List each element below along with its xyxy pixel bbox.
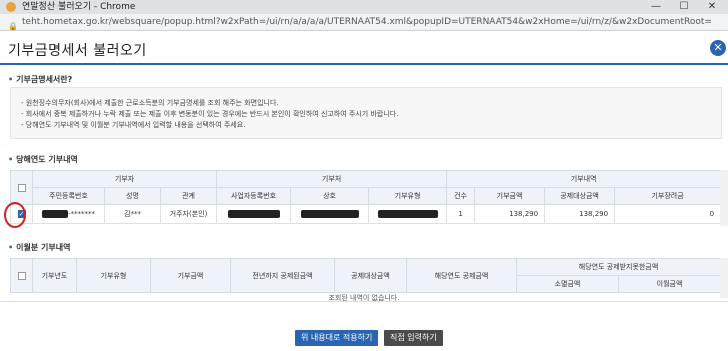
col-name: 성명 <box>104 187 161 205</box>
close-popup-button[interactable]: ✕ <box>710 40 726 56</box>
current-section-title: 당해연도 기부내역 <box>8 154 78 165</box>
minimize-icon[interactable]: — <box>642 0 670 14</box>
carryover-table-scrollbar[interactable] <box>720 258 728 298</box>
redaction-mark <box>300 210 359 218</box>
col-deductible: 공제대상금액 <box>544 187 616 205</box>
current-donation-table: 기부자 기부처 기부내역 주민등록번호 성명 관계 사업자등록번호 상호 기부유… <box>10 170 722 224</box>
window-title: 연말정산 불러오기 - Chrome <box>22 2 136 12</box>
col-carried-forward: 이월금액 <box>617 275 722 293</box>
col-carry-amount: 기부금액 <box>150 258 231 293</box>
deductible-cell: 138,290 <box>544 204 616 224</box>
resident-no-cell: -******* <box>32 204 105 224</box>
col-prev-deducted: 전년까지 공제된금액 <box>230 258 335 293</box>
col-relation: 관계 <box>159 187 218 205</box>
maximize-icon[interactable]: ☐ <box>670 0 698 14</box>
not-deducted-group-header: 해당연도 공제받지못한금액 <box>515 258 722 276</box>
url-text: teht.hometax.go.kr/websquare/popup.html?… <box>22 17 712 27</box>
relation-cell: 거주자(본인) <box>159 204 218 224</box>
info-line: - 당해연도 기부내역 및 이월분 기부내역에서 입력할 내용을 선택하여 주세… <box>21 121 246 129</box>
redaction-mark <box>227 210 280 218</box>
carryover-table: 기부년도 기부유형 기부금액 전년까지 공제된금액 공제대상금액 해당연도 공제… <box>10 258 722 293</box>
redaction-mark <box>41 210 68 218</box>
business-no-cell <box>216 204 292 224</box>
carryover-section-title: 이월분 기부내역 <box>8 242 70 253</box>
name-cell: 김*** <box>104 204 161 224</box>
annotation-circle <box>4 202 26 228</box>
redaction-mark <box>377 210 438 218</box>
select-all-cell[interactable] <box>10 170 33 205</box>
donation-type-cell <box>368 204 448 224</box>
company-cell <box>290 204 370 224</box>
col-amount: 기부금액 <box>474 187 546 205</box>
recipient-group-header: 기부처 <box>216 170 448 188</box>
col-year: 기부년도 <box>32 258 77 293</box>
info-line: - 회사에서 중복 제출하거나 누락 제출 또는 제출 이후 변동분이 있는 경… <box>21 110 399 118</box>
lock-icon: 🔒 <box>8 22 18 31</box>
col-carry-type: 기부유형 <box>76 258 151 293</box>
col-count: 건수 <box>446 187 476 205</box>
col-current-deduction: 해당연도 공제금액 <box>406 258 517 293</box>
col-company: 상호 <box>290 187 370 205</box>
popup-header: 기부금명세서 불러오기 ✕ <box>0 31 728 65</box>
address-bar[interactable]: 🔒 teht.hometax.go.kr/websquare/popup.htm… <box>0 14 728 31</box>
col-donation-type: 기부유형 <box>368 187 448 205</box>
manual-input-button[interactable]: 직접 입력하기 <box>384 330 443 346</box>
divider <box>0 301 728 302</box>
col-carry-deductible: 공제대상금액 <box>334 258 407 293</box>
col-resident-no: 주민등록번호 <box>32 187 105 205</box>
resident-no-suffix: -******* <box>67 210 96 218</box>
amount-cell: 138,290 <box>474 204 546 224</box>
apply-button[interactable]: 위 내용대로 적용하기 <box>295 330 379 346</box>
count-cell: 1 <box>446 204 476 224</box>
carryover-select-all-checkbox[interactable] <box>17 271 26 280</box>
info-section-title: 기부금명세서란? <box>8 74 72 85</box>
info-line: - 원천징수의무자(회사)에서 제출한 근로소득분의 기부금명세를 조회 해주는… <box>21 99 279 107</box>
select-all-checkbox[interactable] <box>17 183 26 192</box>
current-table-scrollbar[interactable] <box>720 170 728 226</box>
info-box: - 원천징수의무자(회사)에서 제출한 근로소득분의 기부금명세를 조회 해주는… <box>10 87 722 139</box>
table-row[interactable]: ✓ -******* 김*** 거주자(본인) 1 138,290 138,29… <box>10 204 722 224</box>
page-title: 기부금명세서 불러오기 <box>8 43 147 59</box>
details-group-header: 기부내역 <box>446 170 722 188</box>
col-extinguished: 소멸금액 <box>516 275 619 293</box>
carryover-select-all-cell[interactable] <box>10 258 33 293</box>
close-window-icon[interactable]: ✕ <box>698 0 726 14</box>
donor-group-header: 기부자 <box>31 170 218 188</box>
incentive-cell: 0 <box>614 204 722 224</box>
col-business-no: 사업자등록번호 <box>216 187 292 205</box>
window-titlebar: 연말정산 불러오기 - Chrome <box>0 0 728 14</box>
chrome-logo-icon <box>6 2 16 12</box>
col-incentive: 기부장려금 <box>614 187 722 205</box>
